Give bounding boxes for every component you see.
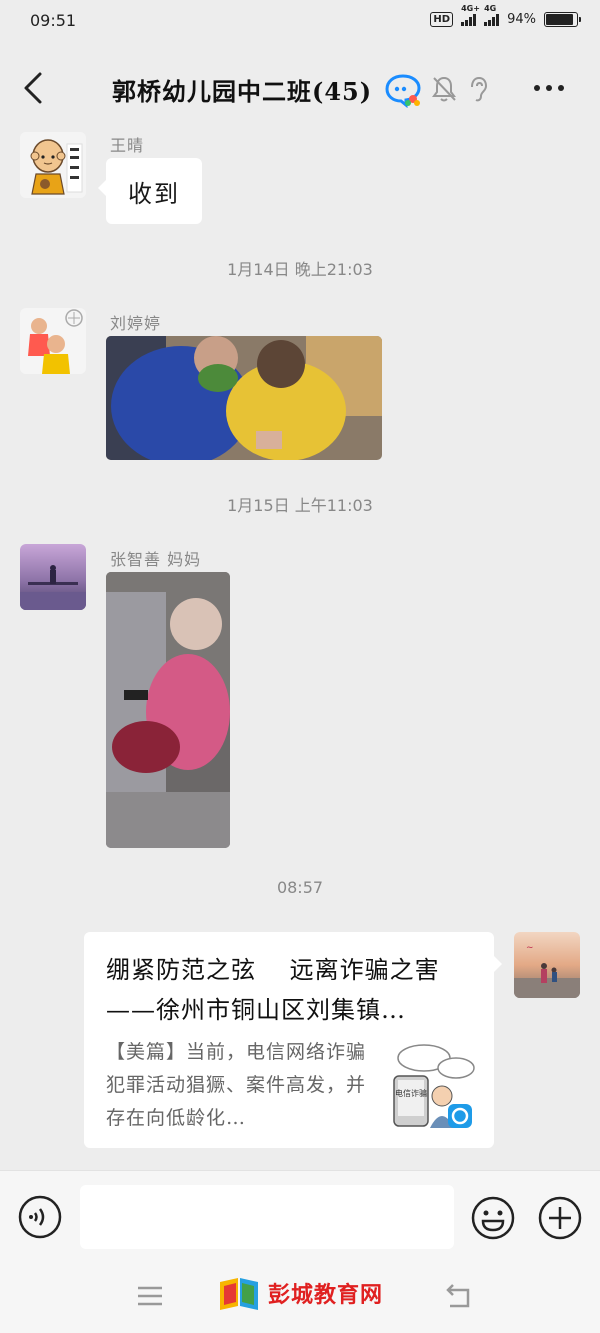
text-message-bubble[interactable]: 收到 (98, 158, 202, 224)
watermark-text: 彭城教育网 (268, 1283, 384, 1308)
plus-icon[interactable] (537, 1195, 583, 1241)
message-text: 收到 (128, 180, 180, 208)
chat-bubble-icon[interactable] (384, 72, 422, 108)
menu-icon[interactable] (136, 1284, 164, 1308)
battery-percent: 94% (507, 12, 536, 27)
avatar-liutingting[interactable] (20, 308, 86, 374)
link-thumbnail: 电信诈骗 (384, 1038, 476, 1130)
chat-title[interactable]: 郭桥幼儿园中二班(45) (112, 72, 372, 107)
sender-name: 王晴 (110, 136, 145, 155)
more-dot (558, 85, 564, 91)
back-arrow-icon[interactable] (18, 68, 52, 108)
mute-bell-icon (432, 76, 456, 102)
ear-icon (471, 76, 488, 102)
avatar-wangqing[interactable] (20, 132, 86, 198)
photo-message[interactable] (106, 572, 230, 848)
signal-icon-1: 4G+ (461, 4, 480, 26)
link-description: 【美篇】当前，电信网络诈骗犯罪活动猖獗、案件高发，并存在向低龄化… (106, 1041, 367, 1129)
timestamp: 1月15日 上午11:03 (227, 496, 373, 515)
network-type-2: 4G (484, 4, 497, 13)
network-type-1: 4G+ (461, 4, 480, 13)
status-time: 09:51 (30, 11, 77, 30)
more-dot (546, 85, 552, 91)
emoji-icon[interactable] (470, 1195, 516, 1241)
more-dot (534, 85, 540, 91)
timestamp: 1月14日 晚上21:03 (227, 260, 373, 279)
avatar-me[interactable]: ~ (514, 932, 580, 998)
svg-text:~: ~ (526, 943, 534, 953)
voice-icon[interactable] (18, 1195, 62, 1239)
chat-header: 郭桥幼儿园中二班(45) (0, 44, 600, 128)
back-nav-icon[interactable] (444, 1282, 474, 1310)
link-card-message[interactable]: 绷紧防范之弦 远离诈骗之害——徐州市铜山区刘集镇… 【美篇】当前，电信网络诈骗犯… (84, 932, 502, 1148)
avatar-zhangzhishan-mom[interactable] (20, 544, 86, 610)
sender-name: 刘婷婷 (110, 314, 162, 333)
more-options-button[interactable] (534, 80, 570, 96)
status-bar: 09:51 HD 4G+ 4G 94% (0, 0, 600, 44)
signal-icon-2: 4G (484, 4, 500, 26)
status-indicators: HD 4G+ 4G 94% (430, 4, 581, 27)
link-title: 绷紧防范之弦 远离诈骗之害——徐州市铜山区刘集镇… (106, 956, 440, 1024)
input-bar (0, 1170, 600, 1261)
battery-icon (544, 12, 581, 27)
system-nav-bar: 彭城教育网 (0, 1260, 600, 1333)
thumb-label: 电信诈骗 (395, 1088, 427, 1098)
book-logo-icon (220, 1278, 258, 1310)
watermark: 彭城教育网 (218, 1274, 383, 1312)
message-input[interactable] (80, 1185, 454, 1249)
sender-name: 张智善 妈妈 (110, 550, 202, 569)
timestamp: 08:57 (276, 878, 324, 897)
photo-message[interactable] (106, 336, 382, 460)
hd-badge: HD (430, 12, 454, 27)
